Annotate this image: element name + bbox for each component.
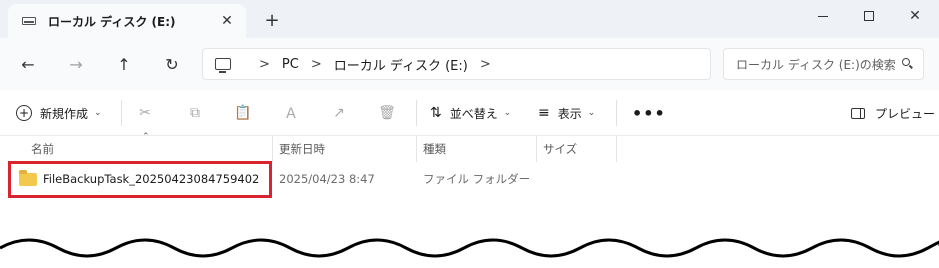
command-bar: + 新規作成 ⌄ ✂ ⧉ 📋 Ａ ↗ 🗑 ⇅ 並べ替え ⌄ ≡ 表示 ⌄ •••… — [0, 90, 939, 136]
delete-button[interactable]: 🗑 — [376, 102, 398, 124]
forward-button[interactable]: → — [64, 52, 88, 76]
view-icon: ≡ — [538, 105, 550, 121]
toolbar-divider — [121, 100, 122, 126]
column-separator[interactable] — [616, 136, 617, 162]
breadcrumb-pc[interactable]: PC — [282, 57, 299, 72]
new-label: 新規作成 — [40, 106, 89, 121]
copy-button[interactable]: ⧉ — [184, 102, 206, 124]
file-modified: 2025/04/23 8:47 — [279, 172, 375, 186]
maximize-button[interactable] — [846, 0, 892, 32]
minimize-button[interactable] — [800, 0, 846, 32]
refresh-button[interactable]: ↻ — [160, 52, 184, 76]
view-button[interactable]: ≡ 表示 ⌄ — [538, 102, 595, 124]
highlight-box — [8, 161, 272, 198]
file-type: ファイル フォルダー — [423, 172, 531, 186]
more-options-button[interactable]: ••• — [632, 102, 666, 124]
search-placeholder: ローカル ディスク (E:)の検索 — [736, 57, 896, 72]
close-tab-icon[interactable]: ✕ — [218, 12, 236, 30]
column-name[interactable]: 名前 — [31, 136, 54, 162]
toolbar-divider — [616, 100, 617, 126]
breadcrumb-separator[interactable]: > — [259, 57, 270, 72]
sort-label: 並べ替え — [449, 106, 498, 121]
search-input[interactable]: ローカル ディスク (E:)の検索 — [723, 48, 924, 80]
minimize-icon — [818, 15, 828, 17]
address-row: ← → ↑ ↻ > PC > ローカル ディスク (E:) > ローカル ディス… — [0, 38, 939, 90]
breadcrumb-separator[interactable]: > — [311, 57, 322, 72]
column-size[interactable]: サイズ — [543, 136, 577, 162]
column-separator[interactable] — [416, 136, 417, 162]
tab-local-disk[interactable]: ローカル ディスク (E:) ✕ — [8, 4, 246, 38]
chevron-down-icon: ⌄ — [94, 108, 102, 118]
title-bar: ローカル ディスク (E:) ✕ + ✕ — [0, 0, 939, 38]
sort-ascending-icon: ⌃ — [142, 132, 150, 142]
view-label: 表示 — [557, 106, 582, 121]
up-button[interactable]: ↑ — [112, 52, 136, 76]
plus-circle-icon: + — [16, 105, 32, 121]
back-button[interactable]: ← — [16, 52, 40, 76]
preview-button[interactable]: プレビュー — [851, 102, 935, 124]
breadcrumb-separator[interactable]: > — [480, 57, 491, 72]
sort-button[interactable]: ⇅ 並べ替え ⌄ — [430, 102, 511, 124]
breadcrumb-local-disk[interactable]: ローカル ディスク (E:) — [334, 55, 468, 74]
new-tab-button[interactable]: + — [262, 10, 282, 31]
column-header: ⌃ 名前 更新日時 種類 サイズ — [0, 132, 939, 162]
column-type[interactable]: 種類 — [423, 136, 446, 162]
share-button[interactable]: ↗ — [328, 102, 350, 124]
column-modified[interactable]: 更新日時 — [279, 136, 325, 162]
cut-button[interactable]: ✂ — [134, 102, 156, 124]
search-icon — [902, 58, 913, 69]
chevron-down-icon: ⌄ — [503, 108, 512, 118]
column-separator[interactable] — [272, 136, 273, 162]
new-button[interactable]: + 新規作成 ⌄ — [16, 102, 102, 124]
rename-button[interactable]: Ａ — [280, 102, 302, 124]
preview-pane-icon — [851, 107, 865, 119]
sort-icon: ⇅ — [430, 105, 442, 121]
column-separator[interactable] — [536, 136, 537, 162]
preview-label: プレビュー — [875, 106, 936, 121]
tab-title: ローカル ディスク (E:) — [48, 14, 176, 29]
close-window-button[interactable]: ✕ — [892, 0, 938, 32]
maximize-icon — [864, 11, 874, 21]
toolbar-divider — [416, 100, 417, 126]
address-bar[interactable]: > PC > ローカル ディスク (E:) > — [202, 48, 711, 80]
torn-edge-decoration — [0, 238, 939, 268]
chevron-down-icon: ⌄ — [587, 108, 596, 118]
drive-icon — [22, 17, 36, 25]
paste-button[interactable]: 📋 — [232, 102, 254, 124]
computer-icon[interactable] — [215, 58, 231, 73]
